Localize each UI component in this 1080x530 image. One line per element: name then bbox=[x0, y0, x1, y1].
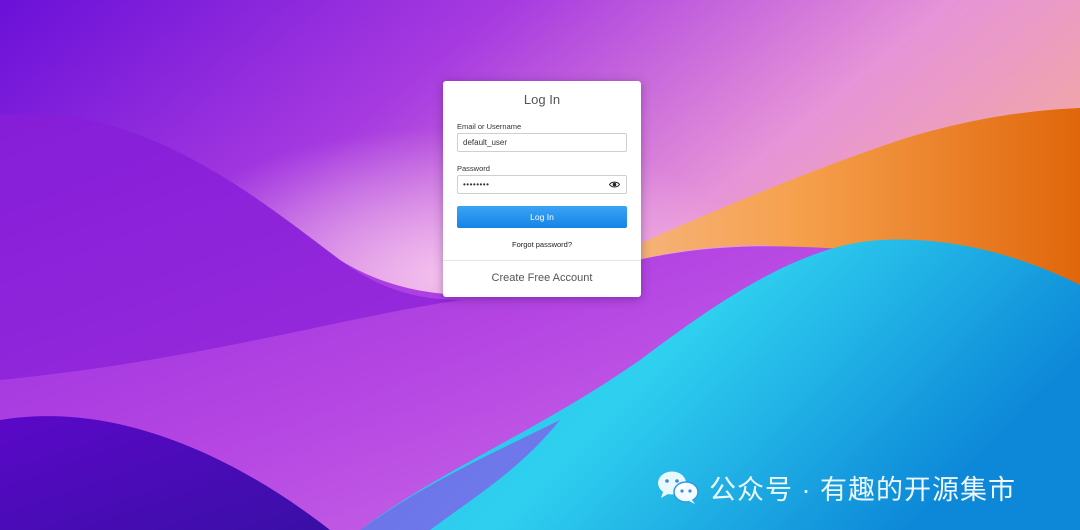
login-button[interactable]: Log In bbox=[457, 206, 627, 228]
wechat-icon bbox=[658, 471, 699, 504]
login-panel: Log In Email or Username Password Log In… bbox=[443, 81, 641, 297]
username-label: Email or Username bbox=[457, 122, 522, 131]
password-input[interactable] bbox=[457, 175, 627, 194]
watermark-text: 公众号 · 有趣的开源集市 bbox=[709, 474, 1016, 505]
username-input[interactable] bbox=[457, 133, 627, 152]
desktop: Log In Email or Username Password Log In… bbox=[0, 0, 1080, 530]
login-title: Log In bbox=[523, 92, 561, 107]
password-label: Password bbox=[457, 164, 490, 173]
divider bbox=[443, 260, 641, 261]
watermark: 公众号 · 有趣的开源集市 bbox=[657, 469, 1016, 505]
create-account-link[interactable]: Create Free Account bbox=[443, 272, 641, 284]
forgot-password-link[interactable]: Forgot password? bbox=[443, 240, 641, 249]
eye-icon[interactable] bbox=[609, 180, 620, 189]
